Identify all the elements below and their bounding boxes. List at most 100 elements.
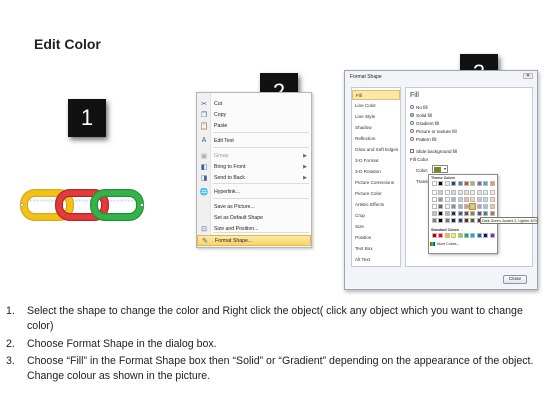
theme-color-swatch[interactable] — [476, 211, 482, 216]
category-item-position[interactable]: Position — [352, 233, 400, 243]
theme-color-swatch[interactable] — [438, 190, 444, 195]
theme-color-swatch[interactable] — [470, 218, 476, 223]
category-item-alt-text[interactable]: Alt Text — [352, 255, 400, 265]
theme-color-swatch[interactable] — [457, 204, 463, 209]
theme-color-swatch[interactable] — [464, 181, 469, 186]
theme-color-swatch[interactable] — [476, 197, 482, 202]
fill-option-gradient-fill[interactable]: Gradient fill — [410, 120, 439, 126]
standard-color-swatch[interactable] — [432, 233, 437, 238]
theme-color-swatch[interactable] — [438, 218, 444, 223]
standard-color-swatch[interactable] — [451, 233, 457, 238]
standard-color-swatch[interactable] — [438, 233, 444, 238]
theme-color-swatch[interactable] — [470, 211, 476, 216]
close-button[interactable]: Close — [503, 275, 527, 284]
chain-links-graphic[interactable] — [18, 184, 146, 228]
color-picker-button[interactable]: ▾ — [432, 165, 448, 173]
category-item-fill[interactable]: Fill — [352, 90, 400, 100]
menu-item-paste[interactable]: 📋 Paste — [197, 120, 311, 131]
category-item-line-color[interactable]: Line Color — [352, 101, 400, 111]
category-item-3-d-rotation[interactable]: 3-D Rotation — [352, 167, 400, 177]
theme-color-swatch[interactable] — [457, 181, 463, 186]
fill-option-no-fill[interactable]: No fill — [410, 104, 428, 110]
category-item-crop[interactable]: Crop — [352, 211, 400, 221]
theme-color-swatch[interactable] — [469, 203, 477, 210]
theme-color-swatch[interactable] — [432, 181, 437, 186]
theme-color-swatch[interactable] — [444, 197, 450, 202]
theme-color-swatch[interactable] — [464, 190, 469, 195]
category-item-picture-corrections[interactable]: Picture Corrections — [352, 178, 400, 188]
menu-item-hyperlink[interactable]: 🌐 Hyperlink... — [197, 186, 311, 197]
more-colors-item[interactable]: More Colors... — [430, 240, 496, 247]
selection-handle[interactable] — [140, 203, 144, 207]
theme-color-swatch[interactable] — [451, 211, 457, 216]
menu-item-bring-to-front[interactable]: ◧ Bring to Front ▶ — [197, 161, 311, 172]
slide-background-checkbox[interactable]: Slide background fill — [410, 148, 457, 154]
standard-color-swatch[interactable] — [489, 233, 495, 238]
theme-color-swatch[interactable] — [451, 181, 457, 186]
theme-color-swatch[interactable] — [432, 218, 437, 223]
theme-color-swatch[interactable] — [438, 204, 444, 209]
menu-item-format-shape[interactable]: ✎ Format Shape... — [197, 235, 311, 246]
category-item-size[interactable]: Size — [352, 222, 400, 232]
theme-color-swatch[interactable] — [483, 211, 489, 216]
theme-color-swatch[interactable] — [489, 204, 495, 209]
theme-color-swatch[interactable] — [457, 190, 463, 195]
category-item-reflection[interactable]: Reflection — [352, 134, 400, 144]
theme-color-swatch[interactable] — [464, 204, 469, 209]
standard-color-swatch[interactable] — [476, 233, 482, 238]
category-item-3-d-format[interactable]: 3-D Format — [352, 156, 400, 166]
theme-color-swatch[interactable] — [451, 218, 457, 223]
theme-color-swatch[interactable] — [457, 197, 463, 202]
standard-color-swatch[interactable] — [470, 233, 476, 238]
theme-color-swatch[interactable] — [432, 211, 437, 216]
theme-color-swatch[interactable] — [457, 211, 463, 216]
theme-color-swatch[interactable] — [432, 190, 437, 195]
theme-color-swatch[interactable] — [432, 204, 437, 209]
selection-handle[interactable] — [20, 203, 24, 207]
standard-color-swatch[interactable] — [444, 233, 450, 238]
menu-item-save-as-picture[interactable]: Save as Picture... — [197, 201, 311, 212]
fill-option-solid-fill[interactable]: Solid fill — [410, 112, 432, 118]
theme-color-swatch[interactable] — [464, 197, 469, 202]
dialog-close-icon[interactable]: ✕ — [523, 73, 533, 79]
theme-color-swatch[interactable] — [483, 190, 489, 195]
standard-color-swatch[interactable] — [464, 233, 469, 238]
menu-item-copy[interactable]: ❐ Copy — [197, 109, 311, 120]
standard-color-swatch[interactable] — [483, 233, 489, 238]
category-item-text-box[interactable]: Text Box — [352, 244, 400, 254]
theme-color-swatch[interactable] — [476, 190, 482, 195]
menu-item-size-and-position[interactable]: ⊡ Size and Position... — [197, 223, 311, 234]
theme-color-swatch[interactable] — [444, 190, 450, 195]
fill-option-pattern-fill[interactable]: Pattern fill — [410, 136, 436, 142]
theme-color-swatch[interactable] — [483, 204, 489, 209]
theme-color-swatch[interactable] — [464, 218, 469, 223]
theme-color-swatch[interactable] — [444, 204, 450, 209]
category-item-line-style[interactable]: Line Style — [352, 112, 400, 122]
theme-color-swatch[interactable] — [489, 211, 495, 216]
theme-color-swatch[interactable] — [476, 181, 482, 186]
theme-color-swatch[interactable] — [470, 181, 476, 186]
theme-color-swatch[interactable] — [489, 181, 495, 186]
category-item-artistic-effects[interactable]: Artistic Effects — [352, 200, 400, 210]
theme-color-swatch[interactable] — [438, 181, 444, 186]
theme-color-swatch[interactable] — [451, 197, 457, 202]
theme-color-swatch[interactable] — [451, 190, 457, 195]
menu-item-edit-text[interactable]: A Edit Text — [197, 135, 311, 146]
theme-color-swatch[interactable] — [476, 204, 482, 209]
theme-color-swatch[interactable] — [432, 197, 437, 202]
theme-color-swatch[interactable] — [489, 197, 495, 202]
theme-color-swatch[interactable] — [444, 181, 450, 186]
theme-color-swatch[interactable] — [444, 211, 450, 216]
menu-item-set-as-default-shape[interactable]: Set as Default Shape — [197, 212, 311, 223]
theme-color-swatch[interactable] — [483, 181, 489, 186]
fill-option-picture-or-texture-fill[interactable]: Picture or texture fill — [410, 128, 457, 134]
theme-color-swatch[interactable] — [489, 190, 495, 195]
theme-color-swatch[interactable] — [470, 190, 476, 195]
menu-item-group[interactable]: ▣ Group ▶ — [197, 150, 311, 161]
theme-color-swatch[interactable] — [444, 218, 450, 223]
theme-color-swatch[interactable] — [483, 197, 489, 202]
category-item-shadow[interactable]: Shadow — [352, 123, 400, 133]
menu-item-cut[interactable]: ✂ Cut — [197, 98, 311, 109]
theme-color-swatch[interactable] — [438, 211, 444, 216]
category-item-picture-color[interactable]: Picture Color — [352, 189, 400, 199]
